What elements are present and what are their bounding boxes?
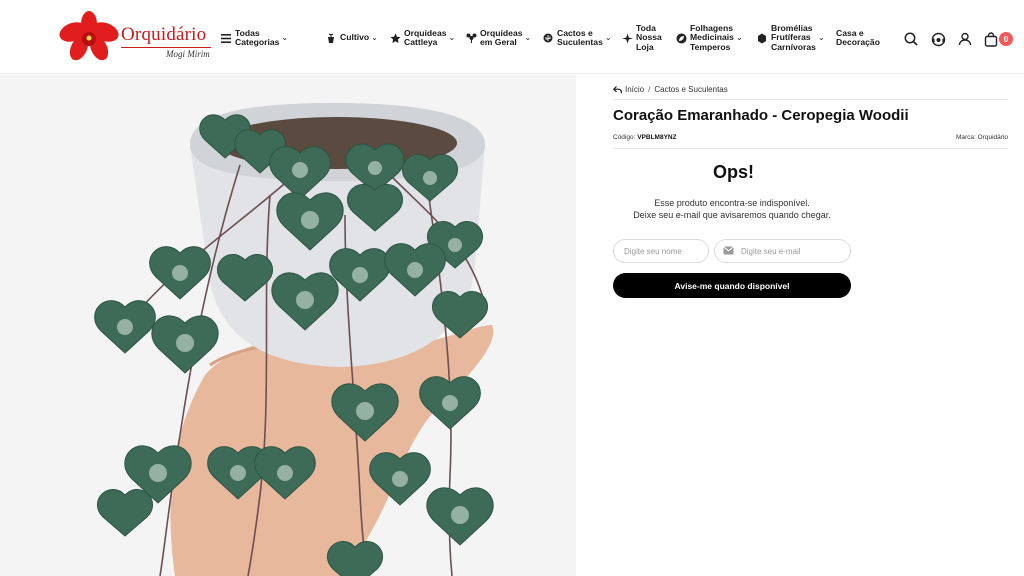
divider xyxy=(613,148,1008,149)
product-brand: Marca: Orquidário xyxy=(956,134,1008,141)
site-header: Orquidário Mogi Mirim Todas Categorias ⌄… xyxy=(0,0,1024,74)
nav-cultivo[interactable]: Cultivo ⌄ xyxy=(325,20,378,56)
name-input[interactable] xyxy=(613,239,709,263)
nav-bromelias-frutiferas-carnivoras[interactable]: Bromélias Frutíferas Carnívoras ⌄ xyxy=(756,20,825,56)
brand-tagline: Mogi Mirim xyxy=(166,49,210,59)
menu-icon xyxy=(220,32,232,44)
site-logo[interactable]: Orquidário Mogi Mirim xyxy=(58,10,214,64)
email-input[interactable] xyxy=(714,239,851,263)
cactus-icon xyxy=(542,32,554,44)
pot-icon xyxy=(325,32,337,44)
chevron-down-icon: ⌄ xyxy=(281,33,289,43)
nav-toda-nossa-loja[interactable]: Toda Nossa Loja xyxy=(621,20,662,56)
breadcrumb-category-link[interactable]: Cactos e Suculentas xyxy=(654,85,727,94)
nav-label: Orquídeas em Geral xyxy=(480,27,523,47)
product-brand-value: Orquidário xyxy=(977,134,1008,141)
cart-count-badge: 0 xyxy=(999,32,1013,46)
breadcrumb-separator: / xyxy=(648,85,651,94)
orchid-icon xyxy=(465,32,477,44)
chevron-down-icon: ⌄ xyxy=(448,33,456,43)
nav-orquideas-em-geral[interactable]: Orquídeas em Geral ⌄ xyxy=(465,20,531,56)
product-image[interactable] xyxy=(0,75,576,576)
orchid-logo-icon xyxy=(59,11,119,61)
support-icon[interactable] xyxy=(929,30,947,48)
leaf-icon xyxy=(675,32,687,44)
unavailable-message: Esse produto encontra-se indisponível. D… xyxy=(613,198,851,221)
nav-label: Orquídeas Cattleya xyxy=(404,27,447,47)
product-code: Código: VPBLM8YNZ xyxy=(613,134,677,141)
product-code-value: VPBLM8YNZ xyxy=(637,134,677,141)
brand-underline xyxy=(121,47,211,48)
user-icon[interactable] xyxy=(956,30,974,48)
notify-me-button[interactable]: Avise-me quando disponível xyxy=(613,273,851,298)
nav-label: Casa e Decoração xyxy=(836,27,880,47)
cart-icon[interactable] xyxy=(982,30,1000,48)
nav-casa-decoracao[interactable]: Casa e Decoração xyxy=(836,20,880,56)
store-icon xyxy=(621,32,633,44)
nav-label: Cactos e Suculentas xyxy=(557,27,603,47)
product-code-label: Código: xyxy=(613,134,636,141)
nav-todas-categorias[interactable]: Todas Categorias ⌄ xyxy=(220,20,288,56)
product-brand-label: Marca: xyxy=(955,134,976,141)
nav-label: Bromélias Frutíferas Carnívoras xyxy=(771,22,816,52)
unavailable-heading: Ops! xyxy=(713,162,755,182)
bromeliad-icon xyxy=(756,32,768,44)
chevron-down-icon: ⌄ xyxy=(371,33,378,43)
search-icon[interactable] xyxy=(902,30,920,48)
nav-label: Toda Nossa Loja xyxy=(636,22,662,52)
unavailable-message-line1: Esse produto encontra-se indisponível. xyxy=(654,198,810,208)
breadcrumb-home-link[interactable]: Início xyxy=(625,85,644,94)
divider xyxy=(613,99,1008,100)
chevron-down-icon: ⌄ xyxy=(735,33,743,43)
star-icon xyxy=(389,32,401,44)
brand-name: Orquidário xyxy=(121,24,207,45)
product-title: Coração Emaranhado - Ceropegia Woodii xyxy=(613,107,909,124)
chevron-down-icon: ⌄ xyxy=(524,33,532,43)
breadcrumb: Início / Cactos e Suculentas xyxy=(613,85,728,94)
product-photo xyxy=(0,75,576,576)
chevron-down-icon: ⌄ xyxy=(817,33,825,43)
chevron-down-icon: ⌄ xyxy=(604,33,612,43)
nav-label: Todas Categorias xyxy=(235,27,280,47)
nav-label: Folhagens Medicinais Temperos xyxy=(690,22,734,52)
nav-folhagens-medicinais-temperos[interactable]: Folhagens Medicinais Temperos ⌄ xyxy=(675,20,743,56)
nav-cactos-suculentas[interactable]: Cactos e Suculentas ⌄ xyxy=(542,20,612,56)
nav-orquideas-cattleya[interactable]: Orquídeas Cattleya ⌄ xyxy=(389,20,455,56)
back-arrow-icon[interactable] xyxy=(613,85,622,94)
nav-label: Cultivo xyxy=(340,32,370,43)
unavailable-message-line2: Deixe seu e-mail que avisaremos quando c… xyxy=(633,209,831,220)
